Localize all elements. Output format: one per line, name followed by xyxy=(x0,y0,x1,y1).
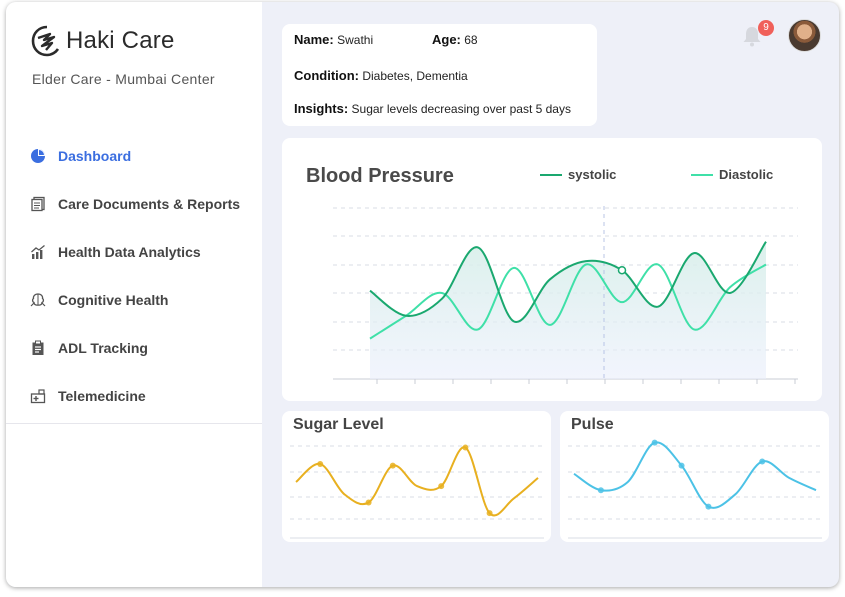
pie-chart-icon xyxy=(31,149,45,163)
sidebar-item-label: Cognitive Health xyxy=(58,292,169,308)
data-point xyxy=(317,460,324,467)
data-point xyxy=(365,499,372,506)
user-avatar[interactable] xyxy=(788,19,821,52)
data-point xyxy=(705,503,712,510)
series-line xyxy=(573,441,817,509)
patient-condition: Condition: Diabetes, Dementia xyxy=(294,68,468,83)
patient-name: Name: Swathi xyxy=(294,32,373,47)
pulse-chart[interactable] xyxy=(560,411,829,542)
systolic-hover-point xyxy=(617,265,627,275)
sidebar-nav: Dashboard Care Documents & Reports Healt… xyxy=(30,132,240,420)
center-subtitle: Elder Care - Mumbai Center xyxy=(32,71,215,87)
app-name: Haki Care xyxy=(66,27,175,54)
sidebar-item-adl-tracking[interactable]: ADL Tracking xyxy=(30,324,240,372)
sidebar-item-dashboard[interactable]: Dashboard xyxy=(30,132,240,180)
insights-label: Insights: xyxy=(294,101,349,116)
sugar-level-chart[interactable] xyxy=(282,411,551,542)
sidebar-item-label: Dashboard xyxy=(58,148,132,164)
sidebar-item-health-data-analytics[interactable]: Health Data Analytics xyxy=(30,228,240,276)
medical-kit-icon xyxy=(30,389,46,404)
sidebar-item-label: ADL Tracking xyxy=(58,340,148,356)
sidebar-item-label: Care Documents & Reports xyxy=(58,196,241,212)
series-line xyxy=(295,446,539,517)
documents-icon xyxy=(31,196,45,212)
app-window: Haki Care Elder Care - Mumbai Center Das… xyxy=(6,2,839,587)
blood-pressure-card: Blood Pressure systolic Diastolic xyxy=(282,138,822,401)
data-point xyxy=(438,483,445,490)
data-point xyxy=(651,439,658,446)
age-label: Age: xyxy=(432,32,461,47)
app-logo[interactable]: Haki Care xyxy=(30,24,175,58)
clipboard-icon xyxy=(32,340,44,355)
patient-info-card: Name: Swathi Age: 68 Condition: Diabetes… xyxy=(282,24,597,126)
blood-pressure-chart[interactable] xyxy=(282,138,822,401)
sugar-level-card: Sugar Level xyxy=(282,411,551,542)
sidebar-item-cognitive-health[interactable]: Cognitive Health xyxy=(30,276,240,324)
patient-age: Age: 68 xyxy=(432,32,478,47)
sidebar-item-telemedicine[interactable]: Telemedicine xyxy=(30,372,240,420)
data-point xyxy=(486,510,493,517)
notification-count-badge: 9 xyxy=(758,20,774,36)
sidebar-item-care-documents[interactable]: Care Documents & Reports xyxy=(30,180,240,228)
name-value: Swathi xyxy=(337,33,374,47)
condition-label: Condition: xyxy=(294,68,359,83)
name-label: Name: xyxy=(294,32,334,47)
sidebar-item-label: Health Data Analytics xyxy=(58,244,201,260)
patient-insights: Insights: Sugar levels decreasing over p… xyxy=(294,101,571,116)
brain-icon xyxy=(30,293,46,307)
sidebar-divider xyxy=(6,423,262,424)
sidebar: Haki Care Elder Care - Mumbai Center Das… xyxy=(6,2,262,587)
analytics-icon xyxy=(31,244,45,259)
data-point xyxy=(759,458,766,465)
condition-value: Diabetes, Dementia xyxy=(362,69,468,83)
pulse-card: Pulse xyxy=(560,411,829,542)
data-point xyxy=(389,462,396,469)
age-value: 68 xyxy=(464,33,478,47)
insights-value: Sugar levels decreasing over past 5 days xyxy=(351,102,571,116)
data-point xyxy=(678,462,685,469)
sidebar-item-label: Telemedicine xyxy=(58,388,146,404)
haki-care-logo-icon xyxy=(31,25,60,57)
data-point xyxy=(597,487,604,494)
data-point xyxy=(462,444,469,451)
